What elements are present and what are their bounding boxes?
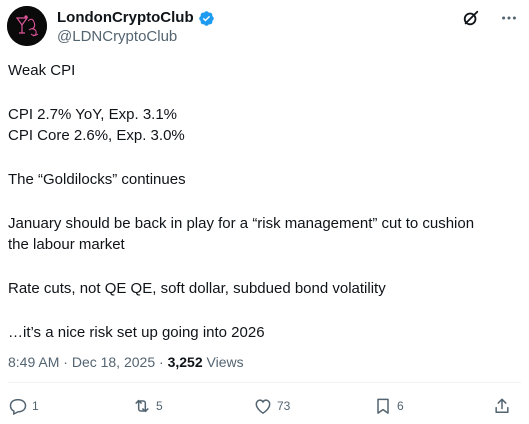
avatar[interactable] bbox=[7, 6, 47, 46]
author-row: LondonCryptoClub bbox=[57, 9, 215, 27]
repost-button[interactable]: 5 bbox=[132, 396, 163, 416]
post-text: Weak CPI CPI 2.7% YoY, Exp. 3.1% CPI Cor… bbox=[8, 60, 521, 343]
like-count: 73 bbox=[277, 399, 291, 413]
post-time[interactable]: 8:49 AM bbox=[8, 354, 59, 370]
repost-count: 5 bbox=[156, 399, 163, 413]
repost-icon bbox=[135, 399, 149, 413]
post-line: January should be back in play for a “ri… bbox=[8, 214, 475, 232]
post-line: CPI 2.7% YoY, Exp. 3.1% bbox=[8, 105, 178, 123]
author-handle[interactable]: @LDNCryptoClub bbox=[57, 28, 177, 46]
post-date[interactable]: Dec 18, 2025 bbox=[72, 354, 155, 370]
reply-icon bbox=[9, 399, 27, 416]
post-line: the labour market bbox=[8, 236, 125, 254]
post-line: CPI Core 2.6%, Exp. 3.0% bbox=[8, 127, 185, 145]
meta-separator: · bbox=[63, 354, 72, 370]
author-name[interactable]: LondonCryptoClub bbox=[57, 9, 194, 27]
verified-badge-icon bbox=[198, 10, 215, 27]
bookmark-button[interactable]: 6 bbox=[373, 396, 404, 416]
club-logo-icon bbox=[7, 6, 47, 46]
post-line: Rate cuts, not QE QE, soft dollar, subdu… bbox=[8, 279, 386, 297]
post-line: The “Goldilocks” continues bbox=[8, 170, 186, 188]
reply-button[interactable]: 1 bbox=[8, 396, 39, 416]
post-line: Weak CPI bbox=[8, 62, 76, 79]
meta-separator: · bbox=[159, 354, 168, 370]
divider bbox=[8, 382, 521, 383]
reply-count: 1 bbox=[32, 399, 39, 413]
grok-icon[interactable] bbox=[461, 8, 481, 28]
bookmark-icon bbox=[377, 398, 389, 414]
action-bar: 1 5 73 6 bbox=[0, 396, 529, 420]
post-line: …it’s a nice risk set up going into 2026 bbox=[8, 323, 265, 341]
share-icon bbox=[495, 398, 509, 413]
post-meta: 8:49 AM · Dec 18, 2025 · 3,252 Views bbox=[8, 353, 244, 371]
bookmark-count: 6 bbox=[397, 399, 404, 413]
like-button[interactable]: 73 bbox=[253, 396, 290, 416]
views-label: Views bbox=[206, 354, 244, 370]
like-icon bbox=[255, 399, 271, 414]
views-count: 3,252 bbox=[167, 354, 203, 370]
share-button[interactable] bbox=[492, 396, 512, 416]
post-top-actions bbox=[461, 8, 519, 28]
more-icon[interactable] bbox=[499, 8, 519, 28]
